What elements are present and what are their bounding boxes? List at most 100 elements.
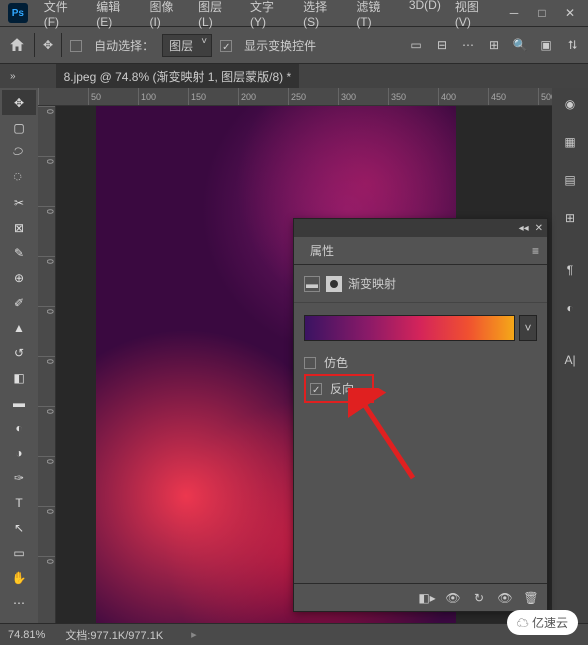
pen-tool[interactable]: ✑ — [2, 465, 36, 490]
view-previous-icon[interactable]: 👁 — [445, 590, 461, 606]
align-icon[interactable]: ⊞ — [486, 37, 502, 53]
properties-tab[interactable]: 属性 — [302, 238, 342, 263]
menu-filter[interactable]: 滤镜(T) — [350, 0, 401, 32]
ruler-tick: 0 — [38, 556, 55, 606]
workspace-icon[interactable]: ▣ — [538, 37, 554, 53]
menu-edit[interactable]: 编辑(E) — [90, 0, 141, 32]
ruler-vertical: 0 0 0 0 0 0 0 0 0 0 — [38, 106, 56, 623]
align-icons: ▭ ⊟ ⋯ ⊞ 🔍 ▣ ⮁ — [408, 37, 580, 53]
frame-tool[interactable]: ⊠ — [2, 215, 36, 240]
path-tool[interactable]: ↖ — [2, 515, 36, 540]
brush-tool[interactable]: ✐ — [2, 290, 36, 315]
watermark-text: 亿速云 — [532, 616, 568, 630]
panel-close-icon[interactable]: ✕ — [535, 223, 543, 234]
search-icon[interactable]: 🔍 — [512, 37, 528, 53]
ruler-tick: 350 — [388, 88, 438, 105]
gradient-preview[interactable] — [304, 315, 515, 341]
eraser-tool[interactable]: ◧ — [2, 365, 36, 390]
panel-collapse-icon[interactable]: ◂◂ — [519, 223, 529, 234]
gradient-dropdown[interactable]: ˅ — [519, 315, 537, 341]
shape-tool[interactable]: ▭ — [2, 540, 36, 565]
adjustments-panel-icon[interactable]: ◐ — [560, 298, 580, 318]
status-arrow-icon[interactable]: ▸ — [191, 628, 197, 641]
align-icon[interactable]: ▭ — [408, 37, 424, 53]
menu-layer[interactable]: 图层(L) — [192, 0, 242, 32]
adjustment-type-label: 渐变映射 — [348, 275, 396, 292]
auto-select-label: 自动选择： — [94, 37, 154, 54]
ruler-tick: 450 — [488, 88, 538, 105]
visibility-icon[interactable]: 👁 — [497, 590, 513, 606]
panel-tabs: 属性 ≡ — [294, 237, 547, 265]
align-icon[interactable]: ⋯ — [460, 37, 476, 53]
reverse-checkbox[interactable] — [310, 383, 322, 395]
move-tool[interactable]: ✥ — [2, 90, 36, 115]
menu-type[interactable]: 文字(Y) — [244, 0, 295, 32]
hand-tool[interactable]: ✋ — [2, 565, 36, 590]
gradient-map-icon: ▬ — [304, 276, 320, 292]
ruler-tick: 0 — [38, 156, 55, 206]
mask-icon — [326, 276, 342, 292]
dodge-tool[interactable]: ◑ — [2, 440, 36, 465]
ruler-horizontal: 50 100 150 200 250 300 350 400 450 500 — [38, 88, 552, 106]
panel-header: ◂◂ ✕ — [294, 219, 547, 237]
type-tool[interactable]: T — [2, 490, 36, 515]
show-transform-checkbox[interactable] — [220, 38, 236, 52]
align-icon[interactable]: ⊟ — [434, 37, 450, 53]
watermark: ☁ 亿速云 — [507, 610, 578, 635]
options-bar: ✥ 自动选择： 图层 显示变换控件 ▭ ⊟ ⋯ ⊞ 🔍 ▣ ⮁ — [0, 26, 588, 64]
right-panels: ◉ ▦ ▤ ⊞ ¶ ◐ A| — [552, 88, 588, 623]
menu-select[interactable]: 选择(S) — [297, 0, 348, 32]
paragraph-panel-icon[interactable]: ¶ — [560, 260, 580, 280]
menu-view[interactable]: 视图(V) — [449, 0, 500, 32]
menu-file[interactable]: 文件(F) — [38, 0, 89, 32]
character-panel-icon[interactable]: A| — [560, 350, 580, 370]
blur-tool[interactable]: ◐ — [2, 415, 36, 440]
auto-select-checkbox[interactable] — [70, 38, 86, 52]
expand-icon[interactable]: » — [10, 71, 16, 82]
clip-icon[interactable]: ◧▸ — [419, 590, 435, 606]
panel-footer: ◧▸ 👁 ↻ 👁 🗑 — [294, 583, 547, 611]
ruler-tick: 500 — [538, 88, 552, 105]
libraries-panel-icon[interactable]: ▤ — [560, 170, 580, 190]
dither-row: 仿色 — [304, 351, 537, 374]
ruler-tick: 0 — [38, 206, 55, 256]
ruler-tick: 0 — [38, 456, 55, 506]
ruler-tick: 300 — [338, 88, 388, 105]
quick-select-tool[interactable] — [2, 165, 36, 190]
delete-icon[interactable]: 🗑 — [523, 590, 539, 606]
menu-image[interactable]: 图像(I) — [143, 0, 190, 32]
panel-menu-icon[interactable]: ≡ — [532, 244, 539, 258]
maximize-button[interactable]: □ — [528, 3, 556, 23]
grid-panel-icon[interactable]: ⊞ — [560, 208, 580, 228]
crop-tool[interactable]: ✂ — [2, 190, 36, 215]
stamp-tool[interactable]: ▲ — [2, 315, 36, 340]
marquee-tool[interactable]: ▢ — [2, 115, 36, 140]
gradient-tool[interactable]: ▬ — [2, 390, 36, 415]
healing-tool[interactable]: ⊕ — [2, 265, 36, 290]
history-brush-tool[interactable]: ↺ — [2, 340, 36, 365]
ruler-tick: 0 — [38, 106, 55, 156]
zoom-level[interactable]: 74.81% — [8, 629, 45, 641]
share-icon[interactable]: ⮁ — [564, 37, 580, 53]
panel-body: ˅ 仿色 反向 — [294, 303, 547, 583]
eyedropper-tool[interactable]: ✎ — [2, 240, 36, 265]
lasso-tool[interactable] — [2, 140, 36, 165]
home-icon[interactable] — [8, 36, 26, 54]
minimize-button[interactable]: ─ — [500, 3, 528, 23]
document-tab[interactable]: 8.jpeg @ 74.8% (渐变映射 1, 图层蒙版/8) * — [56, 64, 300, 89]
auto-select-dropdown[interactable]: 图层 — [162, 34, 212, 57]
ruler-tick: 0 — [38, 356, 55, 406]
doc-info[interactable]: 文档:977.1K/977.1K — [65, 627, 163, 643]
ruler-tick: 400 — [438, 88, 488, 105]
color-panel-icon[interactable]: ◉ — [560, 94, 580, 114]
more-tools[interactable]: ⋯ — [2, 590, 36, 615]
move-tool-icon[interactable]: ✥ — [43, 38, 53, 52]
close-button[interactable]: ✕ — [556, 3, 584, 23]
menu-3d[interactable]: 3D(D) — [403, 0, 447, 32]
swatches-panel-icon[interactable]: ▦ — [560, 132, 580, 152]
title-bar: Ps 文件(F) 编辑(E) 图像(I) 图层(L) 文字(Y) 选择(S) 滤… — [0, 0, 588, 26]
reverse-row: 反向 — [304, 374, 374, 403]
dither-checkbox[interactable] — [304, 357, 316, 369]
show-transform-label: 显示变换控件 — [244, 37, 316, 54]
reset-icon[interactable]: ↻ — [471, 590, 487, 606]
